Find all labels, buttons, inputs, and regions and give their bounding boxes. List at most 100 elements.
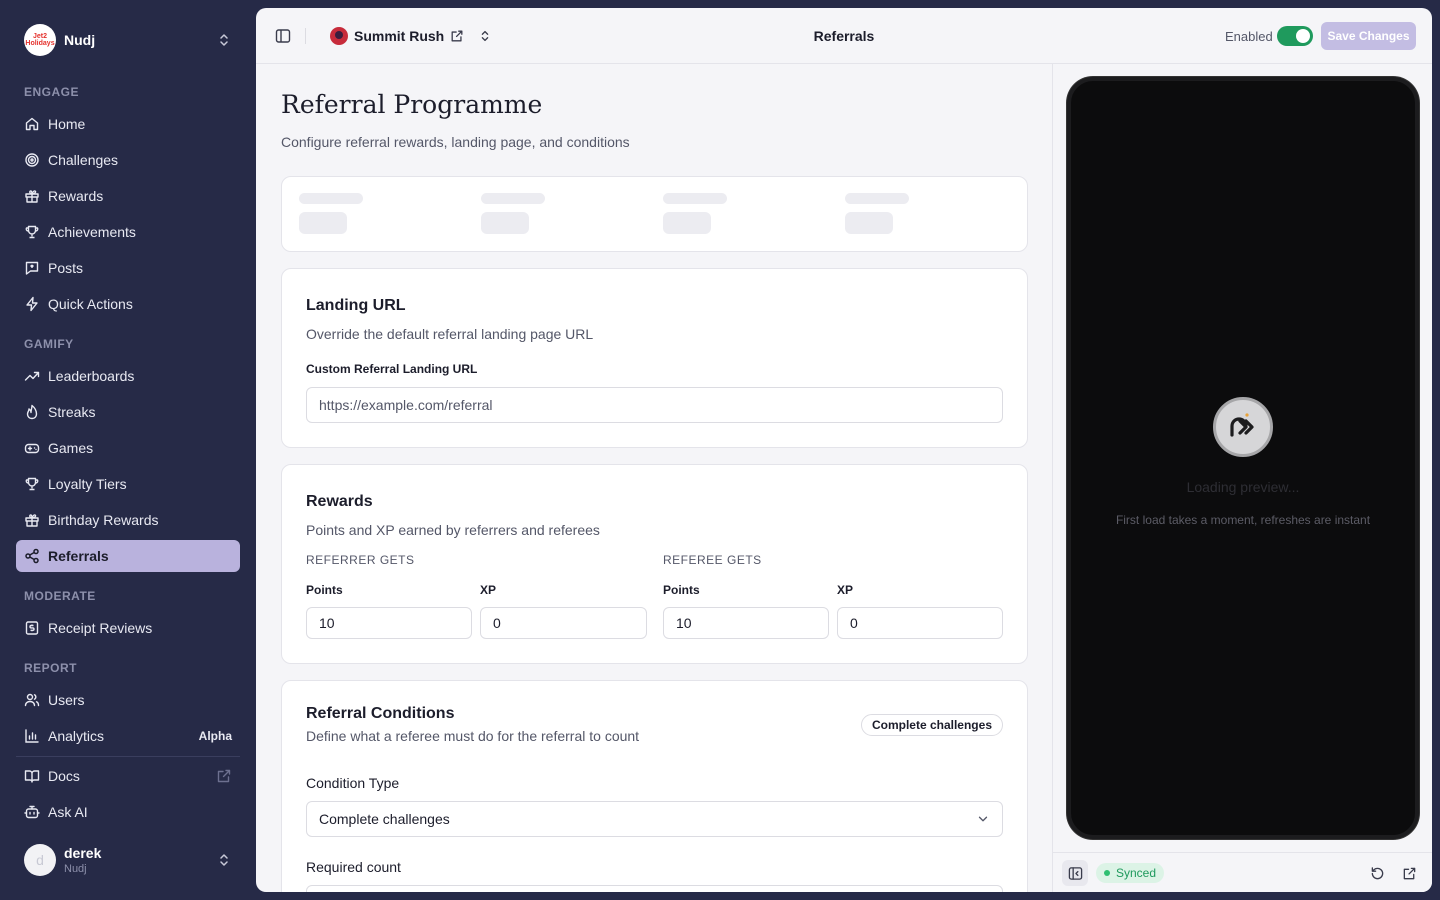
sidebar-item-label: Loyalty Tiers (48, 476, 127, 492)
skeleton-label (299, 193, 363, 204)
sidebar-toggle-icon[interactable] (275, 28, 291, 44)
avatar: d (24, 844, 56, 876)
external-link-icon[interactable] (450, 29, 464, 43)
app-logo-icon (1213, 397, 1273, 457)
sidebar-item-streaks[interactable]: Streaks (16, 396, 240, 428)
chevron-updown-icon[interactable] (478, 29, 492, 43)
sidebar-item-label: Leaderboards (48, 368, 135, 384)
alpha-badge: Alpha (198, 729, 232, 743)
stats-skeleton-card (281, 176, 1028, 252)
sidebar-item-posts[interactable]: Posts (16, 252, 240, 284)
user-name: derek (64, 845, 102, 861)
receipt-icon (25, 621, 39, 635)
external-link-icon (217, 769, 231, 783)
sidebar-item-label: Docs (48, 768, 80, 784)
collapse-preview-button[interactable] (1062, 860, 1088, 886)
users-icon (24, 693, 40, 707)
referee-xp-input[interactable]: 0 (837, 607, 1003, 639)
user-org: Nudj (64, 863, 87, 875)
open-preview-button[interactable] (1396, 860, 1422, 886)
field-label: Required count (306, 859, 401, 875)
topbar: Summit Rush Referrals Enabled Save Chang… (256, 8, 1432, 64)
project-logo (330, 27, 348, 45)
skeleton-value (299, 212, 347, 234)
sidebar-item-label: Users (48, 692, 85, 708)
page-title: Referral Programme (281, 90, 543, 119)
section-report: REPORT (24, 661, 78, 675)
sync-status-badge: Synced (1096, 863, 1165, 883)
sidebar-item-receipt-reviews[interactable]: Receipt Reviews (16, 612, 240, 644)
sidebar-divider (16, 756, 240, 757)
save-changes-button[interactable]: Save Changes (1321, 22, 1416, 50)
preview-panel: Loading preview... First load takes a mo… (1052, 64, 1432, 892)
sidebar-item-leaderboards[interactable]: Leaderboards (16, 360, 240, 392)
card-title: Rewards (306, 493, 373, 510)
skeleton-value (663, 212, 711, 234)
referrer-xp-input[interactable]: 0 (480, 607, 647, 639)
sidebar-item-rewards[interactable]: Rewards (16, 180, 240, 212)
sidebar-item-loyalty-tiers[interactable]: Loyalty Tiers (16, 468, 240, 500)
topbar-divider (305, 28, 306, 44)
select-value: Complete challenges (319, 811, 450, 827)
referee-points-input[interactable]: 10 (663, 607, 829, 639)
skeleton-value (845, 212, 893, 234)
sidebar-item-achievements[interactable]: Achievements (16, 216, 240, 248)
trophy-icon (25, 477, 39, 491)
referrer-points-input[interactable]: 10 (306, 607, 472, 639)
card-description: Points and XP earned by referrers and re… (306, 522, 600, 538)
sidebar-item-quick-actions[interactable]: Quick Actions (16, 288, 240, 320)
main-panel: Summit Rush Referrals Enabled Save Chang… (256, 8, 1432, 892)
status-dot (1104, 870, 1110, 876)
sidebar-item-label: Rewards (48, 188, 104, 204)
refresh-preview-button[interactable] (1364, 860, 1390, 886)
condition-type-badge: Complete challenges (860, 714, 1003, 736)
sidebar-item-analytics[interactable]: Analytics Alpha (16, 720, 240, 752)
flame-icon (26, 404, 38, 420)
sidebar-item-docs[interactable]: Docs (16, 760, 240, 792)
panel-collapse-icon (1068, 866, 1082, 880)
sidebar-item-label: Quick Actions (48, 296, 133, 312)
sidebar-item-challenges[interactable]: Challenges (16, 144, 240, 176)
landing-url-input[interactable]: https://example.com/referral (306, 387, 1003, 423)
content: Referral Programme Configure referral re… (256, 64, 1052, 892)
book-open-icon (24, 770, 40, 783)
sidebar-item-label: Challenges (48, 152, 119, 168)
sidebar-item-referrals[interactable]: Referrals (16, 540, 240, 572)
sync-status-text: Synced (1116, 866, 1157, 880)
sidebar-item-label: Referrals (48, 548, 109, 564)
sidebar-item-label: Receipt Reviews (48, 620, 153, 636)
preview-toolbar: Synced (1053, 852, 1432, 892)
card-title: Landing URL (306, 297, 406, 314)
org-switcher[interactable]: Jet2 Holidays Nudj (16, 20, 240, 60)
card-title: Referral Conditions (306, 705, 455, 722)
sidebar-item-ask-ai[interactable]: Ask AI (16, 796, 240, 828)
condition-type-select[interactable]: Complete challenges (306, 801, 1003, 837)
skeleton-label (663, 193, 727, 204)
enabled-toggle[interactable] (1277, 26, 1313, 46)
gamepad-icon (24, 443, 40, 454)
landing-url-card: Landing URL Override the default referra… (281, 268, 1028, 448)
sidebar-item-home[interactable]: Home (16, 108, 240, 140)
gift-icon (25, 514, 39, 527)
external-link-icon (1403, 867, 1415, 879)
refresh-icon (1371, 866, 1383, 879)
loading-text: Loading preview... (1186, 479, 1300, 495)
chevron-down-icon (978, 816, 988, 822)
card-description: Define what a referee must do for the re… (306, 728, 640, 744)
skeleton-label (845, 193, 909, 204)
field-label: Points (306, 583, 343, 597)
section-moderate: MODERATE (24, 589, 96, 603)
sidebar-item-games[interactable]: Games (16, 432, 240, 464)
loading-subtext: First load takes a moment, refreshes are… (1115, 513, 1371, 527)
referral-conditions-card: Referral Conditions Define what a refere… (281, 680, 1028, 892)
sidebar-item-users[interactable]: Users (16, 684, 240, 716)
sidebar-item-birthday-rewards[interactable]: Birthday Rewards (16, 504, 240, 536)
referrer-group-label: REFERRER GETS (306, 553, 415, 567)
field-label: Points (663, 583, 700, 597)
section-engage: ENGAGE (24, 85, 80, 99)
required-count-input[interactable]: 1 (306, 885, 1003, 892)
project-switcher[interactable]: Summit Rush (330, 26, 492, 46)
sidebar-item-label: Ask AI (48, 804, 88, 820)
field-label: Custom Referral Landing URL (306, 362, 478, 376)
user-menu[interactable]: d derek Nudj (16, 836, 240, 884)
